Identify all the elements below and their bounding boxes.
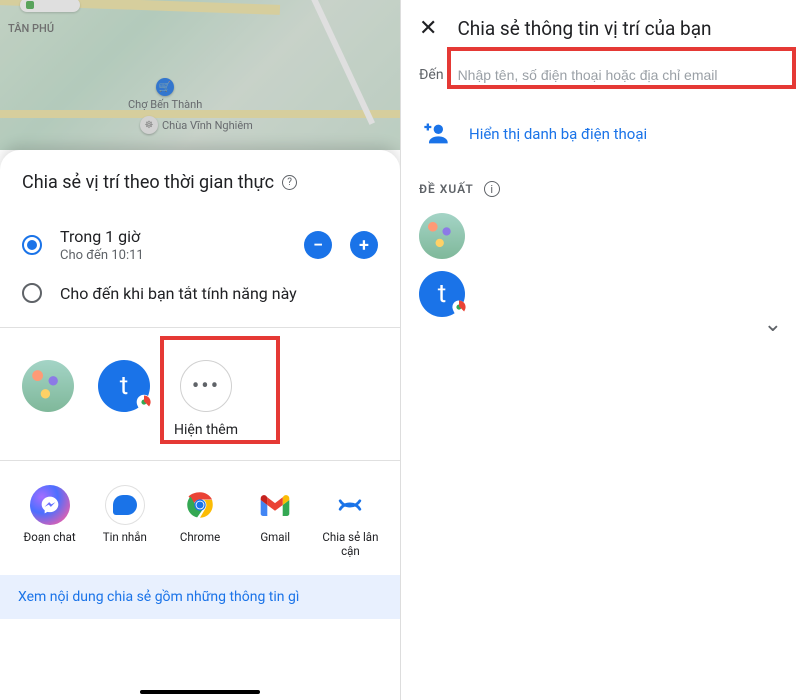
suggested-section-header: ĐỀ XUẤT i <box>401 169 800 203</box>
app-chrome[interactable]: Chrome <box>166 485 233 559</box>
share-sheet: Chia sẻ vị trí theo thời gian thực ? Tro… <box>0 150 400 700</box>
radio-icon[interactable] <box>22 283 42 303</box>
contact-avatar <box>419 213 465 259</box>
page-title: Chia sẻ thông tin vị trí của bạn <box>457 17 711 40</box>
location-pin-icon <box>135 393 153 415</box>
dest-label: Đến <box>419 67 444 83</box>
map-background[interactable]: TÂN PHÚ 🛒 Chợ Bến Thành ☸ Chùa Vĩnh Nghi… <box>0 0 400 150</box>
home-indicator[interactable] <box>140 690 260 694</box>
duration-option-1hour[interactable]: Trong 1 giờ Cho đến 10:11 − + <box>22 217 378 273</box>
chrome-icon <box>180 485 220 525</box>
contact-avatar[interactable]: t <box>98 360 150 412</box>
contact-avatar[interactable] <box>22 360 74 412</box>
app-nearby-share[interactable]: Chia sẻ lân cận <box>317 485 384 559</box>
show-phone-contacts-link[interactable]: Hiển thị danh bạ điện thoại <box>401 99 800 169</box>
app-gmail[interactable]: Gmail <box>242 485 309 559</box>
nearby-share-icon <box>330 485 370 525</box>
contact-avatar: t <box>419 271 465 317</box>
person-add-icon <box>419 117 453 151</box>
share-apps-row: Đoạn chat Tin nhắn Chro <box>0 475 400 561</box>
share-location-sheet-screen: TÂN PHÚ 🛒 Chợ Bến Thành ☸ Chùa Vĩnh Nghi… <box>0 0 400 700</box>
chevron-down-icon[interactable]: ⌄ <box>764 312 782 337</box>
suggested-list: t <box>401 203 800 327</box>
radio-icon[interactable] <box>22 235 42 255</box>
sheet-title: Chia sẻ vị trí theo thời gian thực ? <box>0 172 400 193</box>
suggested-contact[interactable] <box>419 207 782 265</box>
increase-button[interactable]: + <box>350 231 378 259</box>
messages-icon <box>105 485 145 525</box>
gmail-icon <box>255 485 295 525</box>
messenger-icon <box>30 485 70 525</box>
info-icon[interactable]: i <box>484 181 500 197</box>
help-icon[interactable]: ? <box>282 175 297 190</box>
close-icon[interactable]: ✕ <box>419 16 437 41</box>
decrease-button[interactable]: − <box>304 231 332 259</box>
app-messenger[interactable]: Đoạn chat <box>16 485 83 559</box>
info-link[interactable]: Xem nội dung chia sẻ gồm những thông tin… <box>0 575 400 619</box>
share-to-contact-screen: ✕ Chia sẻ thông tin vị trí của bạn Đến H… <box>400 0 800 700</box>
suggested-contact[interactable]: t <box>419 265 782 323</box>
location-pin-icon <box>450 298 468 320</box>
duration-options: Trong 1 giờ Cho đến 10:11 − + Cho đến kh… <box>0 217 400 313</box>
duration-option-until-off[interactable]: Cho đến khi bạn tắt tính năng này <box>22 273 378 313</box>
app-messages[interactable]: Tin nhắn <box>91 485 158 559</box>
suggested-contacts-row: t ••• Hiện thêm <box>0 342 400 446</box>
annotation-highlight <box>447 47 796 89</box>
annotation-highlight <box>160 336 280 444</box>
